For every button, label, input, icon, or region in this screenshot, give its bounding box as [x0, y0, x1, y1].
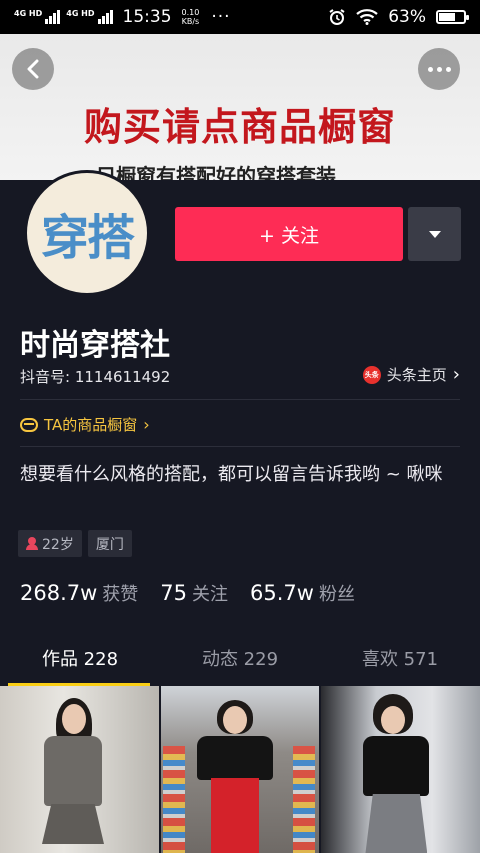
profile-tabs: 作品 228 动态 229 喜欢 571: [0, 640, 480, 686]
alarm-icon: [329, 9, 345, 25]
city-tag-label: 厦门: [95, 536, 124, 553]
likes-value: 268.7w: [20, 581, 98, 605]
douyin-id: 抖音号: 1114611492: [20, 368, 171, 386]
network-speed-value: 0.10: [181, 8, 200, 17]
signal-icon-2: 4G HD: [66, 9, 113, 24]
tab-likes[interactable]: 喜欢 571: [320, 640, 480, 686]
followers-stat[interactable]: 65.7w 粉丝: [250, 580, 355, 606]
age-tag: 22岁: [18, 530, 82, 557]
toutiao-label: 头条主页: [386, 366, 447, 384]
followers-value: 65.7w: [250, 581, 314, 605]
triangle-down-icon: [428, 230, 441, 238]
profile-stats: 268.7w 获赞 75 关注 65.7w 粉丝: [20, 580, 355, 606]
video-thumbnail[interactable]: [0, 686, 159, 853]
video-thumbnail[interactable]: [160, 686, 320, 853]
age-tag-label: 22岁: [42, 536, 74, 553]
avatar-text: 穿搭: [40, 210, 135, 266]
network-speed-unit: KB/s: [181, 17, 200, 26]
wifi-icon: [356, 9, 378, 25]
follow-button[interactable]: + 关注: [175, 207, 403, 261]
profile-bio: 想要看什么风格的搭配，都可以留言告诉我哟 ~ 啾咪: [20, 464, 443, 485]
signal-icon: 4G HD: [14, 9, 61, 24]
video-thumbnail[interactable]: [321, 686, 480, 853]
following-label: 关注: [192, 584, 229, 605]
more-button[interactable]: [418, 48, 460, 90]
signal-label: 4G HD: [14, 9, 43, 18]
divider: [20, 446, 460, 447]
followers-label: 粉丝: [318, 584, 355, 605]
status-bar: 4G HD 4G HD 15:35 0.10 KB/s ··· 63%: [0, 0, 480, 34]
toutiao-homepage-link[interactable]: 头条 头条主页 ›: [362, 364, 460, 385]
tab-dynamics[interactable]: 动态 229: [160, 640, 320, 686]
cover-subtitle: 只橱窗有搭配好的穿搭套装: [96, 164, 336, 180]
toutiao-icon: 头条: [362, 365, 381, 384]
battery-percent: 63%: [388, 7, 426, 27]
likes-label: 获赞: [102, 584, 139, 605]
notification-more-icon: ···: [211, 7, 231, 27]
following-stat[interactable]: 75 关注: [160, 580, 228, 606]
chevron-right-icon: ›: [452, 364, 460, 385]
city-tag: 厦门: [87, 530, 132, 557]
avatar[interactable]: 穿搭: [24, 170, 150, 296]
network-speed: 0.10 KB/s: [182, 8, 200, 26]
recommend-dropdown-button[interactable]: [408, 207, 461, 261]
profile-name: 时尚穿搭社: [20, 328, 170, 363]
profile-tags: 22岁 厦门: [18, 530, 132, 557]
battery-icon: [436, 10, 469, 24]
tab-works[interactable]: 作品 228: [0, 640, 160, 686]
chevron-right-icon: ›: [143, 415, 150, 434]
clock: 15:35: [122, 7, 172, 27]
video-grid: [0, 686, 480, 853]
likes-stat: 268.7w 获赞: [20, 580, 138, 606]
shop-window-link[interactable]: TA的商品橱窗 ›: [20, 414, 150, 435]
signal-label-2: 4G HD: [66, 9, 95, 18]
following-value: 75: [160, 581, 188, 605]
back-button[interactable]: [12, 48, 54, 90]
shop-window-icon: [20, 417, 38, 432]
profile-cover: 购买请点商品橱窗 只橱窗有搭配好的穿搭套装: [0, 34, 480, 180]
shop-window-label: TA的商品橱窗: [44, 416, 138, 434]
divider: [20, 399, 460, 400]
more-dots-icon: [427, 66, 451, 72]
cover-title: 购买请点商品橱窗: [83, 104, 396, 149]
chevron-left-icon: [27, 59, 39, 79]
female-icon: [26, 537, 38, 550]
